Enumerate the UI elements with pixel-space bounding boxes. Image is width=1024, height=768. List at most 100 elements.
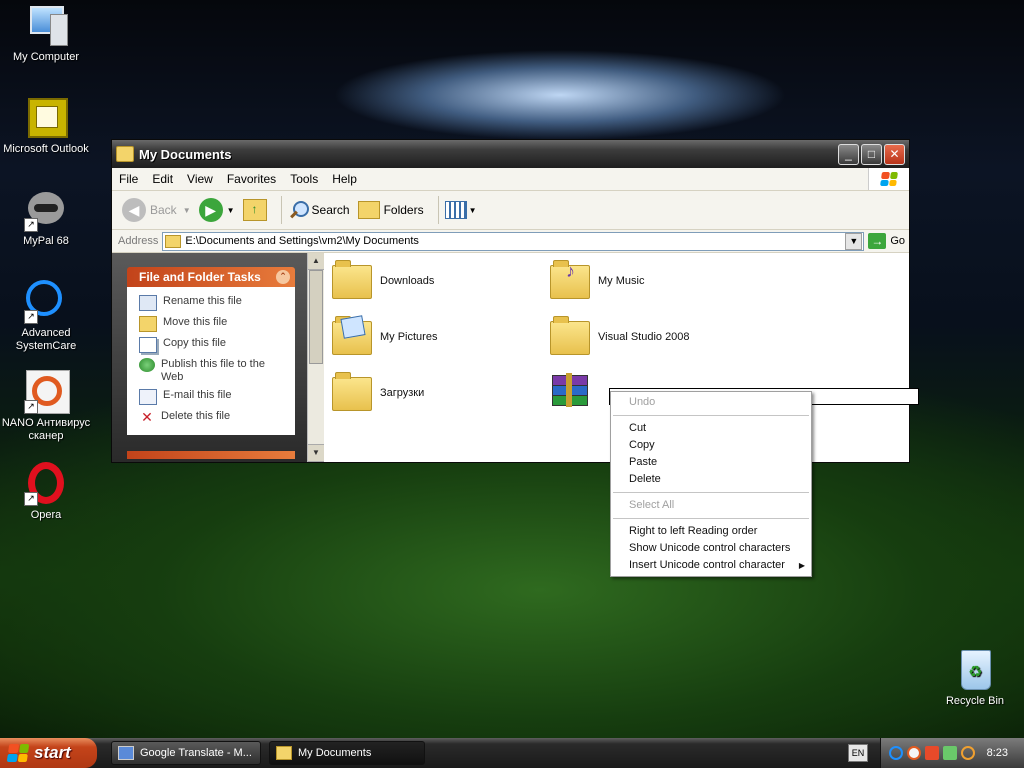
menu-item-paste[interactable]: Paste — [611, 454, 811, 471]
chevron-down-icon: ▼ — [468, 205, 477, 215]
panel-body: Rename this file Move this file Copy thi… — [127, 287, 295, 435]
folder-up-icon: ↑ — [242, 199, 267, 221]
menu-favorites[interactable]: Favorites — [220, 172, 283, 186]
vertical-scrollbar[interactable]: ▲ ▼ — [307, 253, 324, 462]
search-tray-icon[interactable] — [961, 746, 975, 760]
menu-item-show-unicode-chars[interactable]: Show Unicode control characters — [611, 540, 811, 557]
windows-logo-icon — [6, 744, 30, 762]
folder-item-zagruzki[interactable]: Загрузки — [332, 372, 424, 413]
task-move[interactable]: Move this file — [139, 316, 287, 332]
desktop-icon-label: My Computer — [12, 51, 80, 63]
task-delete[interactable]: ✕ Delete this file — [139, 410, 287, 424]
rename-icon — [139, 295, 157, 311]
taskbar-item-google-translate[interactable]: Google Translate - M... — [111, 741, 261, 765]
folder-item-my-pictures[interactable]: My Pictures — [332, 315, 437, 357]
chevron-down-icon: ▼ — [226, 205, 235, 215]
clock[interactable]: 8:23 — [987, 747, 1008, 759]
volume-tray-icon[interactable] — [943, 746, 957, 760]
collapse-icon[interactable]: ⌃ — [276, 270, 290, 284]
menu-item-rtl-reading-order[interactable]: Right to left Reading order — [611, 523, 811, 540]
views-button[interactable]: ▼ — [444, 201, 477, 219]
task-email[interactable]: E-mail this file — [139, 389, 287, 405]
menu-tools[interactable]: Tools — [283, 172, 325, 186]
desktop-icon-label: Microsoft Outlook — [3, 143, 89, 155]
address-label: Address — [118, 235, 159, 247]
recycle-bin-icon: ♻ — [953, 648, 997, 692]
taskbar: start Google Translate - M... My Documen… — [0, 738, 1024, 768]
submenu-arrow-icon: ▶ — [798, 561, 805, 570]
nano-antivirus-tray-icon[interactable] — [907, 746, 921, 760]
computer-icon — [24, 4, 68, 48]
desktop-icon-opera[interactable]: ↗ Opera — [0, 462, 94, 522]
forward-arrow-icon: ▶ — [198, 198, 223, 222]
folder-item-downloads[interactable]: Downloads — [332, 260, 434, 301]
folder-item-visual-studio[interactable]: Visual Studio 2008 — [550, 316, 690, 357]
menu-item-select-all[interactable]: Select All — [611, 497, 811, 514]
task-copy[interactable]: Copy this file — [139, 337, 287, 353]
menu-bar: File Edit View Favorites Tools Help — [112, 168, 909, 191]
desktop-icon-label: Advanced SystemCare — [15, 327, 77, 352]
desktop-icon-outlook[interactable]: Microsoft Outlook — [0, 96, 94, 156]
search-button[interactable]: Search — [288, 200, 350, 220]
next-panel-header[interactable] — [127, 451, 295, 459]
menu-file[interactable]: File — [112, 172, 145, 186]
title-bar[interactable]: My Documents _ □ ✕ — [112, 140, 909, 168]
panel-header[interactable]: File and Folder Tasks ⌃ — [127, 267, 295, 287]
folder-icon — [276, 746, 292, 760]
email-icon — [139, 389, 157, 405]
desktop-icon-advanced-systemcare[interactable]: ↗ Advanced SystemCare — [0, 280, 94, 353]
systemcare-tray-icon[interactable] — [889, 746, 903, 760]
desktop-icon-label: Opera — [30, 509, 62, 521]
menu-edit[interactable]: Edit — [145, 172, 180, 186]
music-folder-icon: ♪ — [550, 260, 590, 301]
search-icon — [288, 200, 309, 220]
file-item-archive[interactable] — [550, 373, 598, 413]
address-value: E:\Documents and Settings\vm2\My Documen… — [185, 235, 419, 247]
go-button[interactable]: → Go — [868, 233, 905, 249]
shortcut-arrow-icon: ↗ — [24, 310, 38, 324]
menu-item-copy[interactable]: Copy — [611, 437, 811, 454]
delete-x-icon: ✕ — [141, 409, 153, 425]
folder-icon — [165, 234, 182, 248]
window-title: My Documents — [139, 146, 232, 162]
scroll-thumb[interactable] — [309, 270, 323, 364]
task-pane: File and Folder Tasks ⌃ Rename this file… — [112, 253, 307, 462]
minimize-button[interactable]: _ — [838, 143, 859, 165]
folder-icon — [550, 316, 590, 357]
start-button[interactable]: start — [0, 738, 97, 768]
raccoon-icon: ↗ — [24, 188, 68, 232]
task-publish[interactable]: Publish this file to the Web — [139, 358, 287, 384]
desktop-icon-mypal[interactable]: ↗ MyPal 68 — [0, 188, 94, 248]
menu-item-insert-unicode-char[interactable]: Insert Unicode control character ▶ — [611, 557, 811, 574]
scroll-up-button[interactable]: ▲ — [308, 253, 324, 270]
close-button[interactable]: ✕ — [884, 143, 905, 165]
menu-item-undo[interactable]: Undo — [611, 394, 811, 411]
nano-antivirus-icon: ↗ — [24, 370, 70, 414]
shortcut-arrow-icon: ↗ — [24, 400, 38, 414]
taskbar-item-my-documents[interactable]: My Documents — [269, 741, 425, 765]
desktop-icon-nano-antivirus[interactable]: ↗ NANO Антивирус сканер — [0, 370, 94, 443]
up-folder-button[interactable]: ↑ — [242, 199, 267, 221]
scroll-down-button[interactable]: ▼ — [308, 444, 324, 462]
menu-view[interactable]: View — [180, 172, 220, 186]
menu-item-cut[interactable]: Cut — [611, 420, 811, 437]
shortcut-arrow-icon: ↗ — [24, 218, 38, 232]
address-input[interactable]: E:\Documents and Settings\vm2\My Documen… — [162, 231, 865, 251]
folders-button[interactable]: Folders — [357, 201, 424, 219]
desktop-icon-recycle-bin[interactable]: ♻ Recycle Bin — [927, 648, 1023, 708]
menu-item-delete[interactable]: Delete — [611, 471, 811, 488]
folder-item-my-music[interactable]: ♪ My Music — [550, 260, 644, 301]
forward-button[interactable]: ▶ ▼ — [198, 198, 235, 222]
toolbar: ◀ Back ▼ ▶ ▼ ↑ Search Folders ▼ — [112, 191, 909, 230]
network-tray-icon[interactable] — [925, 746, 939, 760]
back-button[interactable]: ◀ Back ▼ — [122, 198, 191, 222]
address-dropdown-button[interactable]: ▼ — [845, 232, 863, 250]
task-rename[interactable]: Rename this file — [139, 295, 287, 311]
back-arrow-icon: ◀ — [122, 198, 146, 222]
language-indicator[interactable]: EN — [848, 744, 868, 762]
desktop-icon-my-computer[interactable]: My Computer — [0, 4, 94, 64]
globe-icon — [139, 358, 155, 372]
menu-help[interactable]: Help — [325, 172, 364, 186]
desktop-icon-label: NANO Антивирус сканер — [1, 417, 91, 442]
maximize-button[interactable]: □ — [861, 143, 882, 165]
